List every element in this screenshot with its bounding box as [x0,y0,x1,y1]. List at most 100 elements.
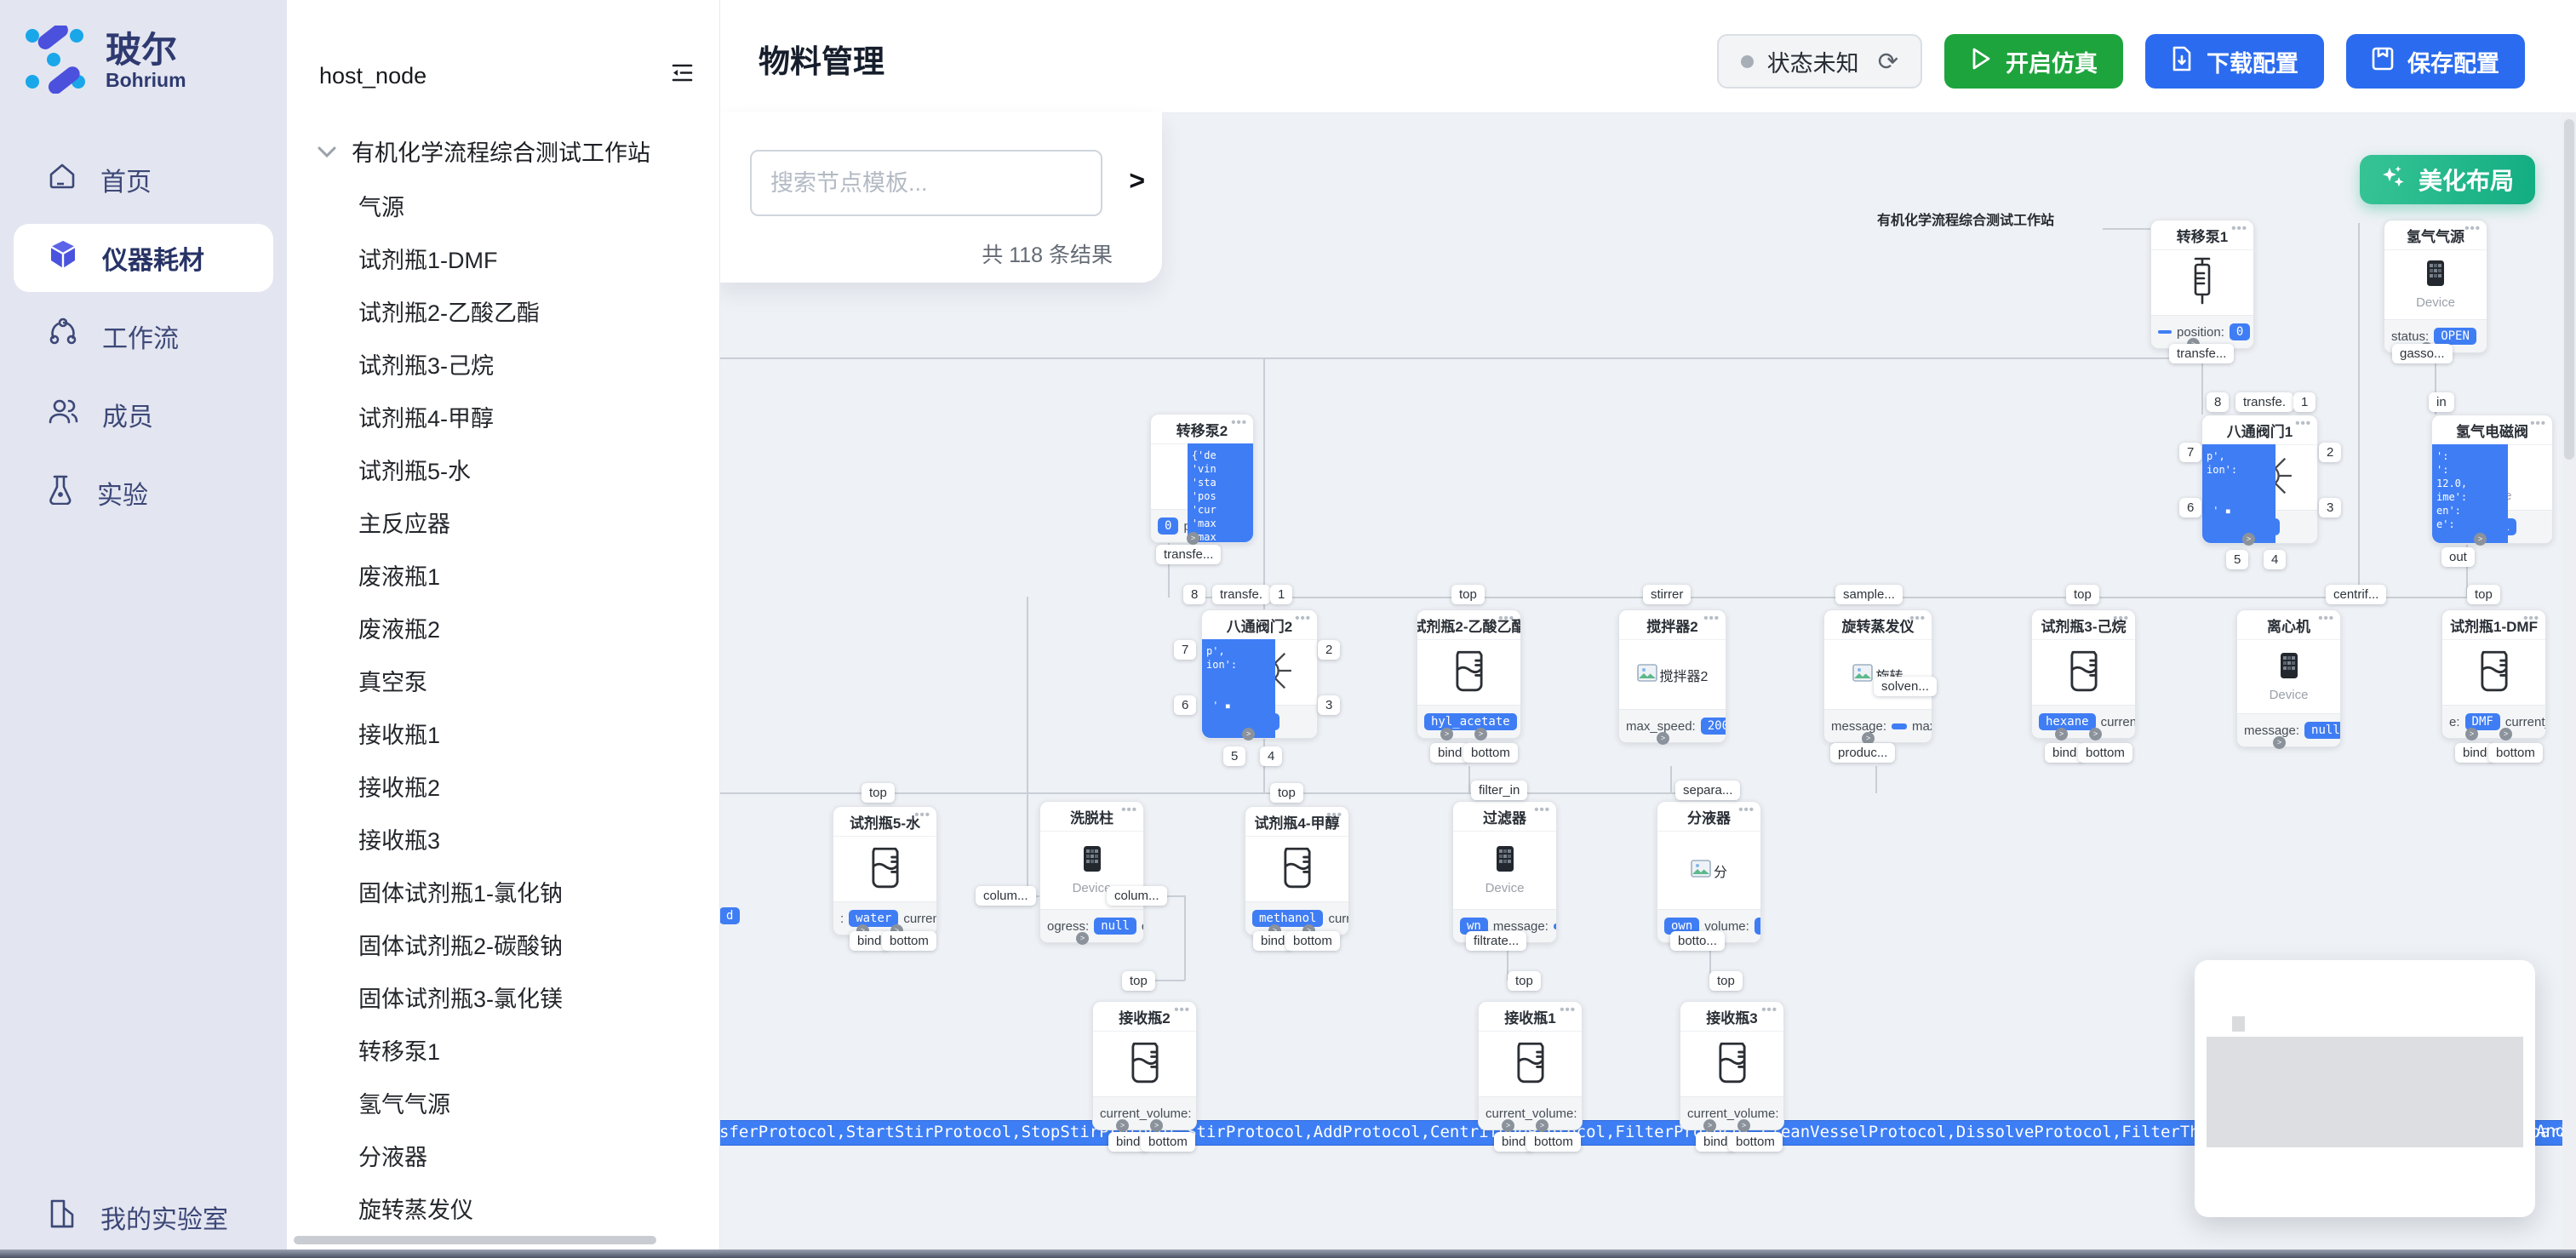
tree-item[interactable]: 分液器 [287,1131,719,1184]
port-chip-top[interactable]: top [1270,783,1303,803]
canvas-node-氢气电磁阀[interactable]: 氢气电磁阀•••Devicestatus:nul': ': 12.0, ime'… [2431,415,2553,544]
port-chip-colum[interactable]: colum... [976,886,1036,906]
port-chip-top[interactable]: top [2066,585,2099,604]
minimap-viewport[interactable] [2207,1037,2523,1147]
port-chip-transfe[interactable]: transfe. [2235,392,2293,412]
canvas-node-八通阀门1[interactable]: 八通阀门1•••status:Idp', ion': ' ▪> [2201,415,2318,544]
sidebar-item-my-lab[interactable]: 我的实验室 [0,1198,335,1236]
port-chip-filter_in[interactable]: filter_in [1471,781,1527,800]
tree-item[interactable]: 试剂瓶4-甲醇 [287,392,719,445]
port-chip-top[interactable]: top [1709,971,1743,991]
beautify-layout-button[interactable]: 美化布局 [2360,155,2535,204]
port-chip-1[interactable]: 1 [1270,585,1292,604]
port-chip-top[interactable]: top [1451,585,1485,604]
port-handle-icon[interactable]: > [2273,736,2286,749]
port-chip-filtrate[interactable]: filtrate... [1466,931,1526,951]
tree-item[interactable]: 固体试剂瓶3-氯化镁 [287,973,719,1026]
node-menu-icon[interactable]: ••• [1738,803,1755,817]
tree-item[interactable]: 旋转蒸发仪 [287,1184,719,1237]
node-menu-icon[interactable]: ••• [1326,808,1342,822]
canvas-node-离心机[interactable]: 离心机•••Devicemessage:nullma> [2236,609,2341,747]
port-handle-icon[interactable]: > [2474,533,2487,546]
node-menu-icon[interactable]: ••• [1560,1003,1576,1017]
tree-item[interactable]: 真空泵 [287,656,719,709]
port-chip-transfe[interactable]: transfe... [2169,344,2234,363]
port-chip-4[interactable]: 4 [1260,746,1282,766]
port-chip-bottom[interactable]: bottom [882,931,936,951]
port-chip-5[interactable]: 5 [1223,746,1245,766]
tree-horizontal-scrollbar[interactable] [294,1236,656,1244]
node-menu-icon[interactable]: ••• [1121,803,1137,817]
port-handle-icon[interactable]: > [1474,728,1487,741]
port-handle-icon[interactable]: > [2499,728,2512,741]
tree-item[interactable]: 接收瓶1 [287,709,719,762]
port-chip-sample[interactable]: sample... [1835,585,1903,604]
canvas-node-试剂瓶5-水[interactable]: 试剂瓶5-水•••:watercurrent_v>> [833,806,937,935]
port-handle-icon[interactable]: > [1187,532,1199,545]
sidebar-item-成员[interactable]: 成员 [14,380,273,449]
node-menu-icon[interactable]: ••• [2464,221,2481,236]
port-chip-bottom[interactable]: bottom [1526,1132,1581,1152]
port-chip-4[interactable]: 4 [2264,550,2286,569]
port-handle-icon[interactable]: > [1440,728,1453,741]
port-chip-transfe[interactable]: transfe... [1156,545,1221,564]
node-menu-icon[interactable]: ••• [1174,1003,1190,1017]
sidebar-item-首页[interactable]: 首页 [14,146,273,214]
tree-item[interactable]: 试剂瓶5-水 [287,445,719,498]
port-handle-icon[interactable]: > [1657,732,1669,745]
port-chip-stirrer[interactable]: stirrer [1643,585,1691,604]
port-chip-2[interactable]: 2 [1318,640,1340,660]
canvas-node-搅拌器2[interactable]: 搅拌器2•••搅拌器2max_speed:2000> [1618,609,1726,743]
canvas-node-试剂瓶3-己烷[interactable]: 试剂瓶3-己烷•••hexanecurrent_v>> [2031,609,2136,739]
port-handle-icon[interactable]: > [1116,1119,1129,1132]
node-menu-icon[interactable]: ••• [2231,221,2247,236]
port-chip-7[interactable]: 7 [1174,640,1196,660]
tree-item[interactable]: 接收瓶3 [287,815,719,867]
port-chip-bottom[interactable]: bottom [1285,931,1340,951]
canvas-node-过滤器[interactable]: 过滤器•••Devicewnmessage:ma> [1452,801,1557,943]
canvas-node-试剂瓶2-乙酸乙酯[interactable]: 试剂瓶2-乙酸乙酯•••hyl_acetatecurre>> [1417,609,1521,739]
search-submit-chevron-icon[interactable]: > [1129,165,1145,197]
tree-item[interactable]: 固体试剂瓶1-氯化钠 [287,867,719,920]
port-chip-5[interactable]: 5 [2226,550,2248,569]
tree-item[interactable]: 试剂瓶2-乙酸乙酯 [287,287,719,340]
port-chip-bottom[interactable]: bottom [1728,1132,1783,1152]
port-chip-bottom[interactable]: bottom [1463,743,1518,763]
canvas-node-八通阀门2[interactable]: 八通阀门2•••status:nup', ion': ' ▪> [1201,609,1318,739]
port-chip-6[interactable]: 6 [2179,498,2201,517]
port-chip-8[interactable]: 8 [1183,585,1205,604]
port-chip-2[interactable]: 2 [2319,443,2341,462]
port-chip-bottom[interactable]: bottom [2078,743,2132,763]
port-chip-bottom[interactable]: bottom [1141,1132,1195,1152]
node-menu-icon[interactable]: ••• [1498,611,1514,626]
port-chip-top[interactable]: top [862,783,895,803]
port-chip-separa[interactable]: separa... [1675,781,1740,800]
port-chip-6[interactable]: 6 [1174,695,1196,715]
sidebar-item-仪器耗材[interactable]: 仪器耗材 [14,224,273,292]
tree-item[interactable]: 试剂瓶1-DMF [287,234,719,287]
port-chip-7[interactable]: 7 [2179,443,2201,462]
node-menu-icon[interactable]: ••• [2113,611,2129,626]
port-chip-top[interactable]: top [1122,971,1155,991]
node-menu-icon[interactable]: ••• [2295,416,2311,431]
canvas-node-分液器[interactable]: 分液器•••分ownvolume:250> [1657,801,1761,943]
minimap[interactable] [2195,960,2535,1217]
port-chip-centrif[interactable]: centrif... [2326,585,2386,604]
port-chip-1[interactable]: 1 [2293,392,2316,412]
tree-item[interactable]: 接收瓶2 [287,762,719,815]
port-handle-icon[interactable]: > [2465,728,2478,741]
port-chip-colum[interactable]: colum... [1107,886,1167,906]
port-handle-icon[interactable]: > [1242,728,1255,741]
node-menu-icon[interactable]: ••• [1295,611,1311,626]
tree-item[interactable]: 氢气气源 [287,1078,719,1131]
port-handle-icon[interactable]: > [1703,1119,1716,1132]
canvas-node-接收瓶3[interactable]: 接收瓶3•••current_volume:0>> [1680,1001,1784,1130]
port-chip-transfe[interactable]: transfe. [1212,585,1270,604]
开启仿真-button[interactable]: 开启仿真 [1944,34,2123,89]
flow-canvas[interactable]: 有机化学流程综合测试工作站 sferProtocol,StartStirProt… [719,112,2576,1258]
port-handle-icon[interactable]: > [2055,728,2068,741]
canvas-node-洗脱柱[interactable]: 洗脱柱•••Deviceogress:nullcolu> [1039,801,1144,943]
port-chip-out[interactable]: out [2441,547,2475,567]
node-menu-icon[interactable]: ••• [914,808,930,822]
port-handle-icon[interactable]: > [2242,533,2255,546]
